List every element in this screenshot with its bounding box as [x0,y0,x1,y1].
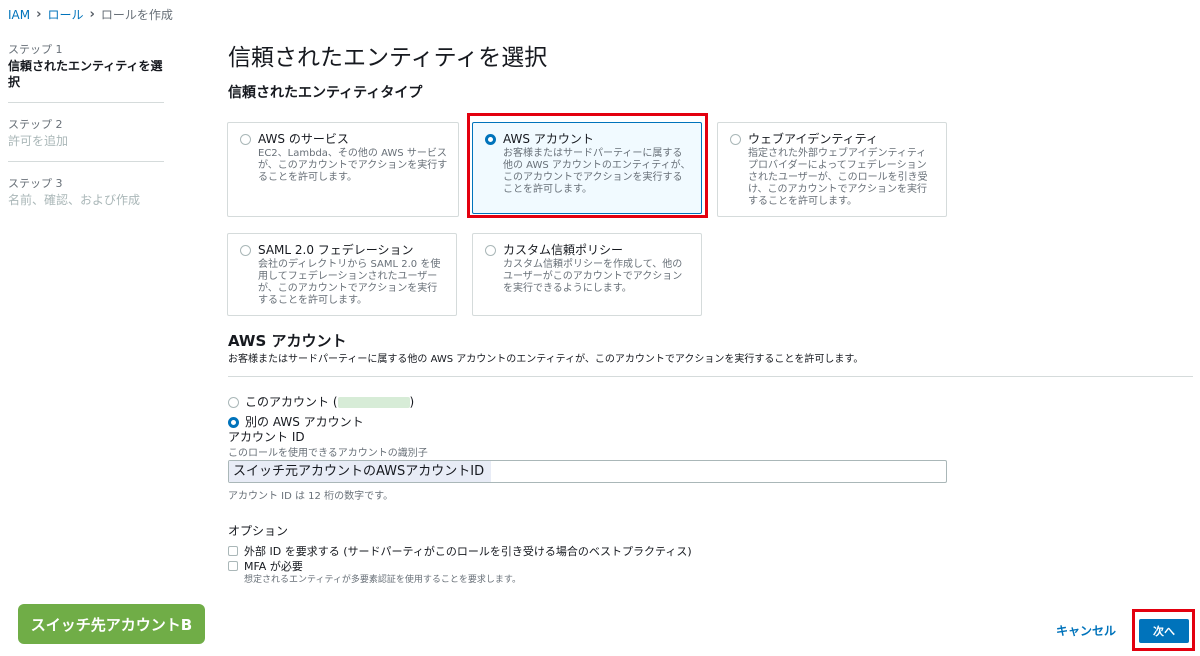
account-id-label: アカウント ID [228,430,305,444]
masked-account-id [337,397,410,408]
options-heading: オプション [228,524,289,538]
aws-account-heading: AWS アカウント [228,332,347,350]
mfa-description: 想定されるエンティティが多要素認証を使用することを要求します。 [244,575,522,585]
card-title: AWS のサービス [258,132,349,146]
require-external-id-checkbox[interactable]: 外部 ID を要求する (サードパーティがこのロールを引き受ける場合のベストプラ… [228,543,692,559]
aws-account-description: お客様またはサードパーティーに属する他の AWS アカウントのエンティティが、こ… [228,354,864,365]
cancel-button[interactable]: キャンセル [1056,622,1116,639]
step-title: 許可を追加 [8,134,69,148]
card-description: お客様またはサードパーティーに属する他の AWS アカウントのエンティティが、こ… [503,148,691,195]
checkbox[interactable] [228,546,238,556]
radio-button[interactable] [228,396,239,408]
account-badge: スイッチ先アカウントB [18,604,205,644]
breadcrumb-iam-link[interactable]: IAM [8,8,30,22]
radio-button[interactable] [730,134,741,145]
step-title: 信頼されたエンティティを選択 [8,59,163,89]
step-2: ステップ 2 許可を追加 [8,117,164,162]
entity-type-heading: 信頼されたエンティティタイプ [228,85,423,101]
entity-card-custom-policy[interactable]: カスタム信頼ポリシー カスタム信頼ポリシーを作成して、他のユーザーがこのアカウン… [472,233,702,316]
radio-button-selected[interactable] [485,134,496,145]
card-description: 指定された外部ウェブアイデンティティプロバイダーによってフェデレーションされたユ… [748,148,928,207]
step-1: ステップ 1 信頼されたエンティティを選択 [8,42,164,103]
radio-button[interactable] [240,134,251,145]
next-button[interactable]: 次へ [1139,619,1189,643]
step-3: ステップ 3 名前、確認、および作成 [8,176,164,220]
breadcrumb: IAM › ロール › ロールを作成 [8,6,173,23]
chevron-right-icon: › [36,7,42,22]
radio-button-selected[interactable] [228,416,239,428]
this-account-option[interactable]: このアカウント () [228,393,414,410]
card-title: ウェブアイデンティティ [748,132,878,146]
entity-card-saml[interactable]: SAML 2.0 フェデレーション 会社のディレクトリから SAML 2.0 を… [227,233,457,316]
step-number: ステップ 2 [8,118,63,131]
card-description: カスタム信頼ポリシーを作成して、他のユーザーがこのアカウントでアクションを実行で… [503,259,683,294]
card-title: AWS アカウント [503,132,594,146]
card-description: EC2、Lambda、その他の AWS サービスが、このアカウントでアクションを… [258,148,448,183]
step-number: ステップ 3 [8,177,63,190]
entity-card-web-identity[interactable]: ウェブアイデンティティ 指定された外部ウェブアイデンティティプロバイダーによって… [717,122,947,217]
card-title: SAML 2.0 フェデレーション [258,243,414,257]
breadcrumb-roles-link[interactable]: ロール [47,6,83,23]
checkbox[interactable] [228,561,238,571]
account-id-note: アカウント ID は 12 桁の数字です。 [228,491,394,502]
entity-card-aws-account[interactable]: AWS アカウント お客様またはサードパーティーに属する他の AWS アカウント… [472,122,702,214]
divider [228,376,1193,377]
card-description: 会社のディレクトリから SAML 2.0 を使用してフェデレーションされたユーザ… [258,259,441,306]
chevron-right-icon: › [89,7,95,22]
radio-button[interactable] [240,245,251,256]
option-label: このアカウント () [245,395,415,409]
radio-button[interactable] [485,245,496,256]
step-title: 名前、確認、および作成 [8,193,141,207]
account-id-help: このロールを使用できるアカウントの識別子 [228,448,428,459]
account-id-value: スイッチ元アカウントのAWSアカウントID [229,461,491,482]
checkbox-label: 外部 ID を要求する (サードパーティがこのロールを引き受ける場合のベストプラ… [244,545,692,558]
step-number: ステップ 1 [8,43,63,56]
breadcrumb-current: ロールを作成 [100,8,173,22]
account-id-input[interactable]: スイッチ元アカウントのAWSアカウントID [228,460,947,483]
entity-card-aws-service[interactable]: AWS のサービス EC2、Lambda、その他の AWS サービスが、このアカ… [227,122,459,217]
card-title: カスタム信頼ポリシー [503,243,624,257]
page-title: 信頼されたエンティティを選択 [228,45,548,71]
wizard-steps: ステップ 1 信頼されたエンティティを選択 ステップ 2 許可を追加 ステップ … [8,42,164,234]
